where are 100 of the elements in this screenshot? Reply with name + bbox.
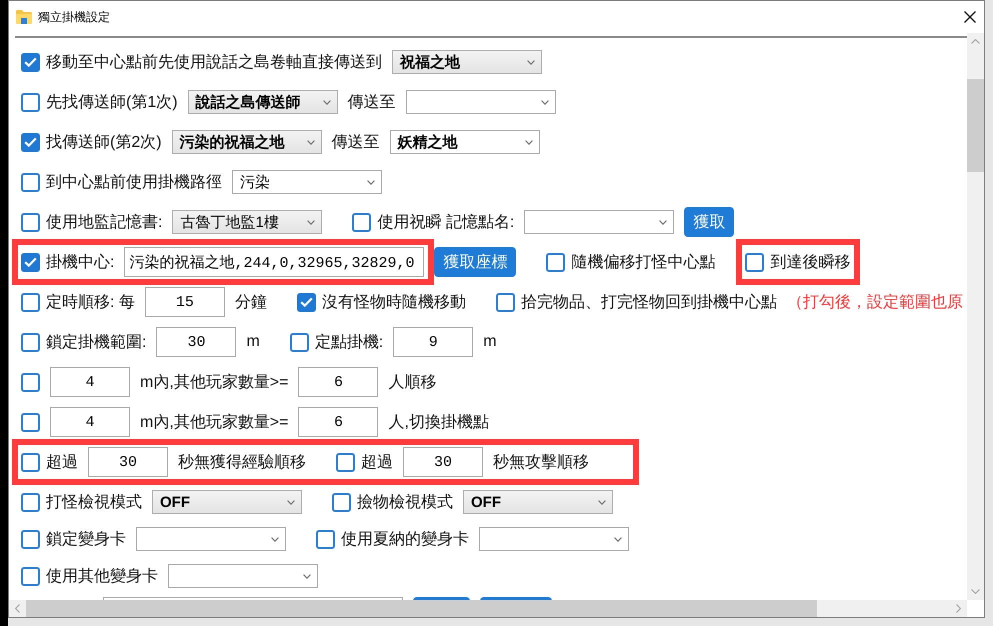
checkbox[interactable] (316, 530, 335, 548)
number-field[interactable]: 30 (156, 327, 236, 357)
checkbox-label[interactable]: 到達後瞬移 (770, 252, 850, 272)
dropdown[interactable]: 污染 (232, 170, 382, 194)
checkbox[interactable] (21, 212, 40, 232)
label-text: m (483, 333, 497, 351)
number-field[interactable]: 30 (88, 447, 168, 477)
chevron-down-icon (598, 500, 606, 504)
number-field[interactable]: 4 (50, 407, 130, 437)
label-text: 傳送至 (348, 92, 396, 112)
checkbox[interactable] (21, 452, 40, 472)
label-text: 人順移 (388, 372, 436, 392)
dropdown[interactable]: 祝福之地 (392, 50, 542, 74)
checkbox[interactable] (336, 452, 355, 472)
checkbox-label[interactable]: 鎖定掛機範圍: (46, 332, 146, 352)
checkbox-label[interactable]: 超過 (46, 452, 78, 472)
checkbox-label[interactable]: 撿物檢視模式 (357, 492, 453, 512)
checkbox[interactable] (21, 492, 40, 512)
checkbox-label[interactable]: 沒有怪物時隨機移動 (322, 292, 466, 312)
dropdown[interactable]: 古魯丁地監1樓 (172, 210, 322, 234)
window-title: 獨立掛機設定 (38, 8, 111, 26)
checkbox-label[interactable]: 使用地監記憶書: (46, 212, 162, 232)
label-text: 分鐘 (234, 292, 267, 312)
checkbox-label[interactable]: 先找傳送師(第1次) (46, 92, 178, 112)
checkbox[interactable] (745, 252, 764, 272)
checkbox[interactable] (332, 492, 351, 512)
dropdown[interactable]: OFF (463, 490, 613, 514)
checkbox[interactable] (21, 252, 40, 272)
checkbox-label[interactable]: 打怪檢視模式 (46, 492, 142, 512)
text-field[interactable]: 污染的祝福之地,244,0,32965,32829,0 (124, 247, 424, 277)
checkbox-label[interactable]: 找傳送師(第2次) (46, 132, 162, 152)
scrollbar-thumb[interactable] (26, 600, 817, 617)
dropdown[interactable] (406, 90, 556, 114)
chevron-down-icon (367, 180, 375, 184)
checkbox[interactable] (546, 252, 566, 272)
checkbox-label[interactable]: 使用夏納的變身卡 (341, 528, 469, 550)
checkbox[interactable] (21, 412, 40, 432)
checkbox[interactable] (21, 92, 40, 112)
chevron-down-icon[interactable] (971, 589, 980, 594)
checkbox[interactable] (290, 332, 309, 352)
checkbox[interactable] (21, 332, 40, 352)
chevron-down-icon (307, 220, 316, 224)
dropdown[interactable]: 妖精之地 (390, 130, 540, 154)
checkbox-label[interactable]: 隨機偏移打怪中心點 (571, 252, 716, 272)
dropdown[interactable] (168, 564, 318, 588)
chevron-down-icon (303, 574, 311, 578)
checkbox[interactable] (21, 132, 40, 152)
checkbox-label[interactable]: 移動至中心點前先使用說話之島卷軸直接傳送到 (46, 52, 382, 72)
chevron-up-icon[interactable] (971, 39, 980, 44)
vertical-scrollbar[interactable] (967, 33, 984, 600)
checkbox[interactable] (496, 292, 515, 312)
dropdown[interactable]: 污染的祝福之地 (172, 130, 322, 154)
checkbox-label[interactable]: 掛機中心: (46, 252, 114, 272)
dropdown[interactable]: 說話之島傳送師 (188, 90, 338, 114)
chevron-down-icon (659, 220, 668, 224)
label-text: 傳送至 (332, 132, 380, 152)
checkbox[interactable] (21, 292, 40, 312)
checkbox[interactable] (21, 530, 40, 548)
chevron-down-icon (540, 100, 549, 104)
number-field[interactable]: 15 (144, 287, 225, 317)
checkbox-label[interactable]: 到中心點前使用掛機路徑 (46, 172, 222, 192)
label-text: m (246, 333, 260, 351)
action-button[interactable]: 獲取座標 (434, 247, 516, 277)
chevron-down-icon (271, 536, 279, 542)
close-icon (964, 11, 976, 23)
number-field[interactable]: 4 (50, 367, 130, 397)
horizontal-scrollbar[interactable] (9, 600, 967, 617)
checkbox-label[interactable]: 定時順移: 每 (46, 292, 135, 312)
note-text: （打勾後，設定範圍也原 (786, 292, 963, 312)
chevron-down-icon (524, 140, 533, 144)
number-field[interactable]: 30 (403, 447, 483, 477)
action-button[interactable]: 獲取 (684, 207, 734, 237)
label-text: m內,其他玩家數量>= (140, 412, 288, 432)
chevron-right-icon[interactable] (956, 604, 961, 613)
label-text: m內,其他玩家數量>= (140, 372, 288, 392)
check-icon (24, 137, 37, 147)
checkbox[interactable] (296, 292, 316, 312)
scrollbar-thumb[interactable] (967, 79, 984, 172)
number-field[interactable]: 6 (298, 407, 378, 437)
dropdown[interactable] (479, 527, 629, 551)
chevron-down-icon (527, 60, 535, 64)
number-field[interactable]: 6 (298, 367, 378, 397)
checkbox[interactable] (21, 52, 40, 72)
label-text: 秒無攻擊順移 (493, 452, 589, 472)
checkbox[interactable] (21, 172, 40, 192)
checkbox-label[interactable]: 拾完物品、打完怪物回到掛機中心點 (520, 292, 777, 312)
checkbox-label[interactable]: 使用祝瞬 記憶點名: (377, 212, 514, 232)
number-field[interactable]: 9 (393, 327, 474, 357)
checkbox-label[interactable]: 鎖定變身卡 (46, 528, 126, 550)
dropdown[interactable] (136, 527, 286, 551)
checkbox-label[interactable]: 定點掛機: (314, 332, 384, 352)
checkbox-label[interactable]: 使用其他變身卡 (46, 566, 158, 586)
check-icon (24, 57, 37, 67)
checkbox[interactable] (352, 212, 372, 232)
dropdown[interactable] (524, 210, 674, 234)
checkbox-label[interactable]: 超過 (361, 452, 393, 472)
checkbox[interactable] (21, 372, 40, 392)
chevron-left-icon[interactable] (15, 604, 20, 613)
dropdown[interactable]: OFF (152, 490, 302, 514)
checkbox[interactable] (21, 566, 40, 586)
